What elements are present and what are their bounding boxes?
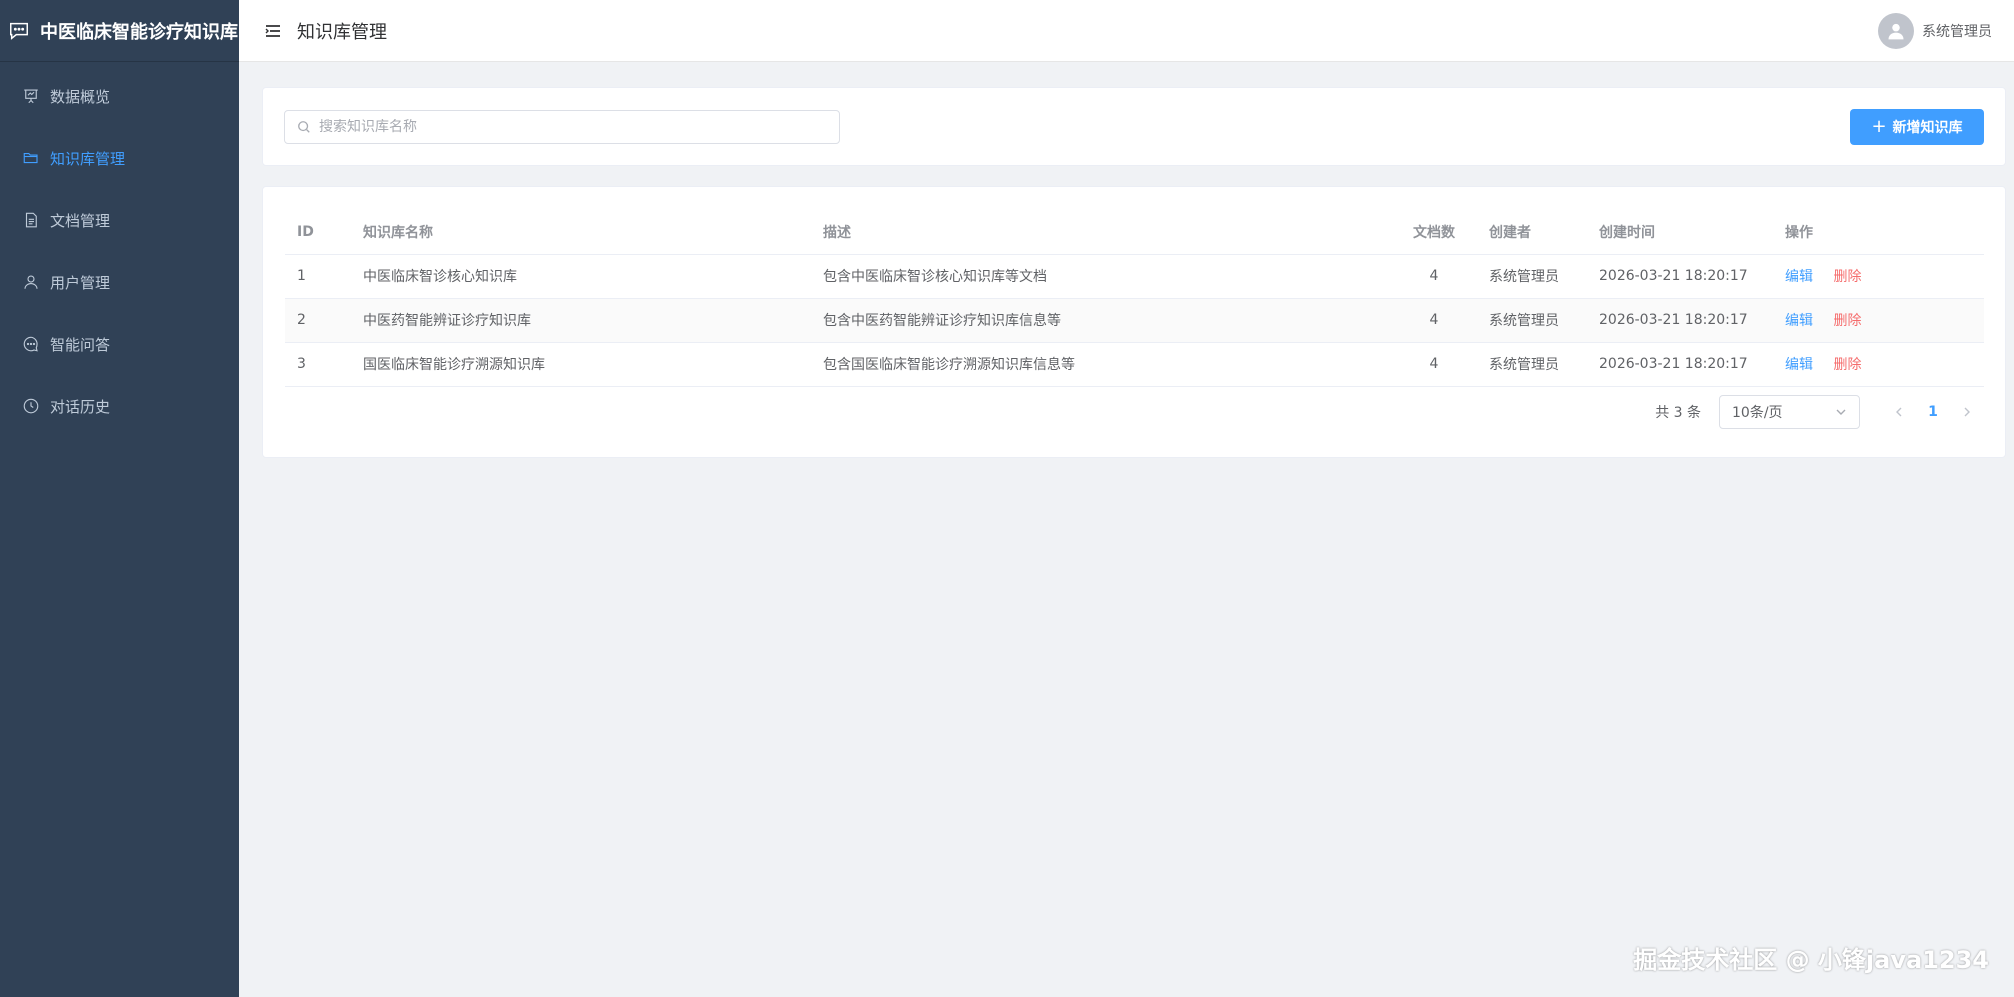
sidebar-item-qa[interactable]: 智能问答 xyxy=(0,313,239,375)
pagination: 共 3 条 10条/页 1 xyxy=(1655,394,1984,430)
add-knowledge-base-button[interactable]: + 新增知识库 xyxy=(1850,109,1984,145)
chevron-left-icon xyxy=(1896,407,1902,416)
knowledge-base-table: ID 知识库名称 描述 文档数 创建者 创建时间 操作 1 中医临床智诊核心知识… xyxy=(285,211,1984,387)
delete-button[interactable]: 删除 xyxy=(1833,357,1861,373)
column-header-doc-count: 文档数 xyxy=(1391,211,1477,255)
search-icon xyxy=(298,121,310,133)
cell-description: 包含国医临床智能诊疗溯源知识库信息等 xyxy=(811,342,1391,387)
cell-id: 2 xyxy=(285,298,351,343)
cell-name: 国医临床智能诊疗溯源知识库 xyxy=(351,342,811,387)
watermark: 掘金技术社区 @ 小锋java1234 xyxy=(1633,946,1989,974)
breadcrumb: 知识库管理 xyxy=(297,21,387,43)
top-header: 知识库管理 系统管理员 xyxy=(239,0,2014,62)
chevron-down-icon xyxy=(1836,409,1846,415)
user-menu[interactable]: 系统管理员 xyxy=(1878,13,1992,49)
folder-open-icon xyxy=(22,149,40,167)
cell-description: 包含中医药智能辨证诊疗知识库信息等 xyxy=(811,298,1391,343)
cell-id: 3 xyxy=(285,342,351,387)
column-header-name: 知识库名称 xyxy=(351,211,811,255)
sidebar-item-label: 用户管理 xyxy=(50,273,111,292)
add-button-label: 新增知识库 xyxy=(1892,120,1963,136)
prev-page-button[interactable] xyxy=(1882,403,1916,422)
delete-button[interactable]: 删除 xyxy=(1833,313,1861,329)
cell-created-time: 2026-03-21 18:20:17 xyxy=(1587,342,1773,387)
column-header-description: 描述 xyxy=(811,211,1391,255)
cell-created-time: 2026-03-21 18:20:17 xyxy=(1587,254,1773,299)
pagination-total: 共 3 条 xyxy=(1655,405,1701,421)
chat-logo-icon xyxy=(10,22,28,40)
sidebar-menu: 数据概览 知识库管理 文档管理 用户管理 智能问答 对话历史 xyxy=(0,65,239,437)
sidebar-item-label: 数据概览 xyxy=(50,87,111,106)
sidebar-item-history[interactable]: 对话历史 xyxy=(0,375,239,437)
sidebar-item-overview[interactable]: 数据概览 xyxy=(0,65,239,127)
table-row: 2 中医药智能辨证诊疗知识库 包含中医药智能辨证诊疗知识库信息等 4 系统管理员… xyxy=(285,298,1984,343)
cell-actions: 编辑 删除 xyxy=(1773,342,1984,387)
sidebar-item-knowledge-base[interactable]: 知识库管理 xyxy=(0,127,239,189)
column-header-creator: 创建者 xyxy=(1477,211,1587,255)
cell-creator: 系统管理员 xyxy=(1477,342,1587,387)
edit-button[interactable]: 编辑 xyxy=(1785,313,1813,329)
page-size-select[interactable]: 10条/页 xyxy=(1719,395,1860,429)
cell-actions: 编辑 删除 xyxy=(1773,254,1984,299)
search-input[interactable] xyxy=(319,119,819,135)
edit-button[interactable]: 编辑 xyxy=(1785,269,1813,285)
hamburger-menu-icon[interactable] xyxy=(263,21,283,41)
page-number-current[interactable]: 1 xyxy=(1916,404,1950,420)
sidebar-item-users[interactable]: 用户管理 xyxy=(0,251,239,313)
cell-doc-count: 4 xyxy=(1391,298,1477,343)
search-toolbar-card: + 新增知识库 xyxy=(262,87,2006,166)
cell-creator: 系统管理员 xyxy=(1477,254,1587,299)
sidebar-item-label: 文档管理 xyxy=(50,211,111,230)
cell-creator: 系统管理员 xyxy=(1477,298,1587,343)
column-header-id: ID xyxy=(285,211,351,255)
cell-doc-count: 4 xyxy=(1391,254,1477,299)
table-row: 1 中医临床智诊核心知识库 包含中医临床智诊核心知识库等文档 4 系统管理员 2… xyxy=(285,254,1984,299)
plus-icon: + xyxy=(1871,116,1887,137)
next-page-button[interactable] xyxy=(1950,403,1984,422)
clock-icon xyxy=(22,397,40,415)
user-avatar-icon xyxy=(1888,23,1904,40)
presentation-icon xyxy=(22,87,40,105)
column-header-actions: 操作 xyxy=(1773,211,1984,255)
table-header-row: ID 知识库名称 描述 文档数 创建者 创建时间 操作 xyxy=(285,211,1984,255)
chevron-right-icon xyxy=(1964,407,1970,416)
chat-icon xyxy=(22,335,40,353)
sidebar-item-label: 智能问答 xyxy=(50,335,111,354)
delete-button[interactable]: 删除 xyxy=(1833,269,1861,285)
cell-id: 1 xyxy=(285,254,351,299)
cell-description: 包含中医临床智诊核心知识库等文档 xyxy=(811,254,1391,299)
cell-doc-count: 4 xyxy=(1391,342,1477,387)
sidebar-item-label: 知识库管理 xyxy=(50,149,126,168)
app-title: 中医临床智能诊疗知识库 xyxy=(40,21,238,43)
username: 系统管理员 xyxy=(1922,24,1992,40)
cell-actions: 编辑 删除 xyxy=(1773,298,1984,343)
sidebar-item-label: 对话历史 xyxy=(50,397,111,416)
cell-created-time: 2026-03-21 18:20:17 xyxy=(1587,298,1773,343)
cell-name: 中医临床智诊核心知识库 xyxy=(351,254,811,299)
page-size-value: 10条/页 xyxy=(1732,405,1783,421)
column-header-created-time: 创建时间 xyxy=(1587,211,1773,255)
document-icon xyxy=(22,211,40,229)
sidebar: 中医临床智能诊疗知识库 数据概览 知识库管理 文档管理 用户管理 智能问答 对话… xyxy=(0,0,239,997)
sidebar-item-documents[interactable]: 文档管理 xyxy=(0,189,239,251)
search-box[interactable] xyxy=(284,110,840,144)
knowledge-base-table-card: ID 知识库名称 描述 文档数 创建者 创建时间 操作 1 中医临床智诊核心知识… xyxy=(262,186,2006,458)
table-row: 3 国医临床智能诊疗溯源知识库 包含国医临床智能诊疗溯源知识库信息等 4 系统管… xyxy=(285,342,1984,387)
brand: 中医临床智能诊疗知识库 xyxy=(0,0,239,62)
cell-name: 中医药智能辨证诊疗知识库 xyxy=(351,298,811,343)
avatar[interactable] xyxy=(1878,13,1914,49)
edit-button[interactable]: 编辑 xyxy=(1785,357,1813,373)
user-icon xyxy=(22,273,40,291)
